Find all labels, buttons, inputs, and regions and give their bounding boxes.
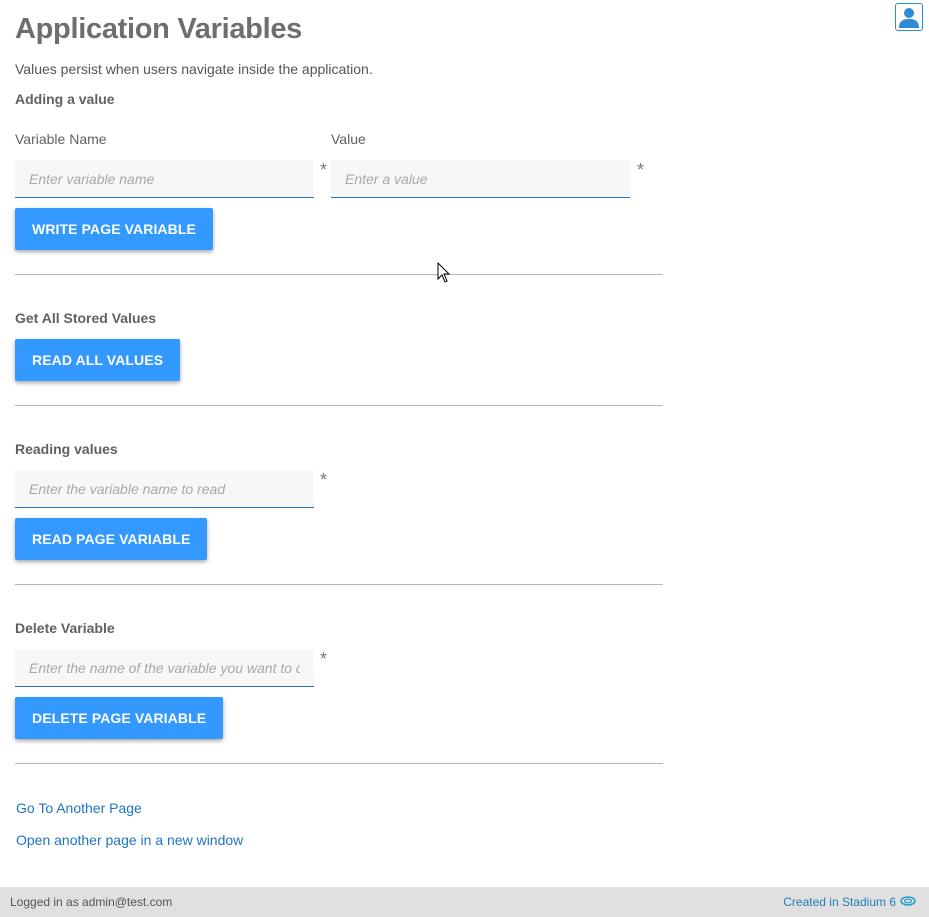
delete-variable-required-mark: * [320, 649, 328, 669]
user-icon [899, 8, 919, 28]
read-variable-required-mark: * [320, 470, 328, 490]
value-input[interactable] [331, 160, 630, 198]
open-page-new-window-link[interactable]: Open another page in a new window [16, 832, 243, 848]
delete-variable-name-input[interactable] [15, 649, 314, 687]
divider [15, 274, 663, 275]
variable-name-input[interactable] [15, 160, 314, 198]
footer: Logged in as admin@test.com Created in S… [0, 887, 929, 917]
adding-value-heading: Adding a value [15, 91, 115, 107]
read-variable-name-input[interactable] [15, 470, 314, 508]
value-required-mark: * [637, 160, 645, 180]
go-to-another-page-link[interactable]: Go To Another Page [16, 800, 142, 816]
variable-name-label: Variable Name [15, 131, 107, 147]
stadium-logo-icon [900, 896, 916, 906]
page-title: Application Variables [15, 13, 303, 45]
divider [15, 584, 663, 585]
divider [15, 763, 663, 764]
user-profile-button[interactable] [895, 3, 923, 31]
read-page-variable-button[interactable]: READ PAGE VARIABLE [15, 518, 208, 560]
divider [15, 405, 663, 406]
value-label: Value [331, 131, 366, 147]
delete-page-variable-button[interactable]: DELETE PAGE VARIABLE [15, 697, 224, 739]
reading-values-heading: Reading values [15, 441, 118, 457]
created-in-stadium-label: Created in Stadium 6 [783, 895, 896, 909]
get-all-values-heading: Get All Stored Values [15, 310, 157, 326]
write-page-variable-button[interactable]: WRITE PAGE VARIABLE [15, 208, 213, 250]
delete-variable-heading: Delete Variable [15, 620, 115, 636]
page-subtitle: Values persist when users navigate insid… [15, 61, 373, 77]
logged-in-status: Logged in as admin@test.com [10, 895, 173, 909]
read-all-values-button[interactable]: READ ALL VALUES [15, 339, 181, 381]
mouse-cursor-icon [437, 262, 451, 283]
variable-name-required-mark: * [320, 160, 328, 180]
